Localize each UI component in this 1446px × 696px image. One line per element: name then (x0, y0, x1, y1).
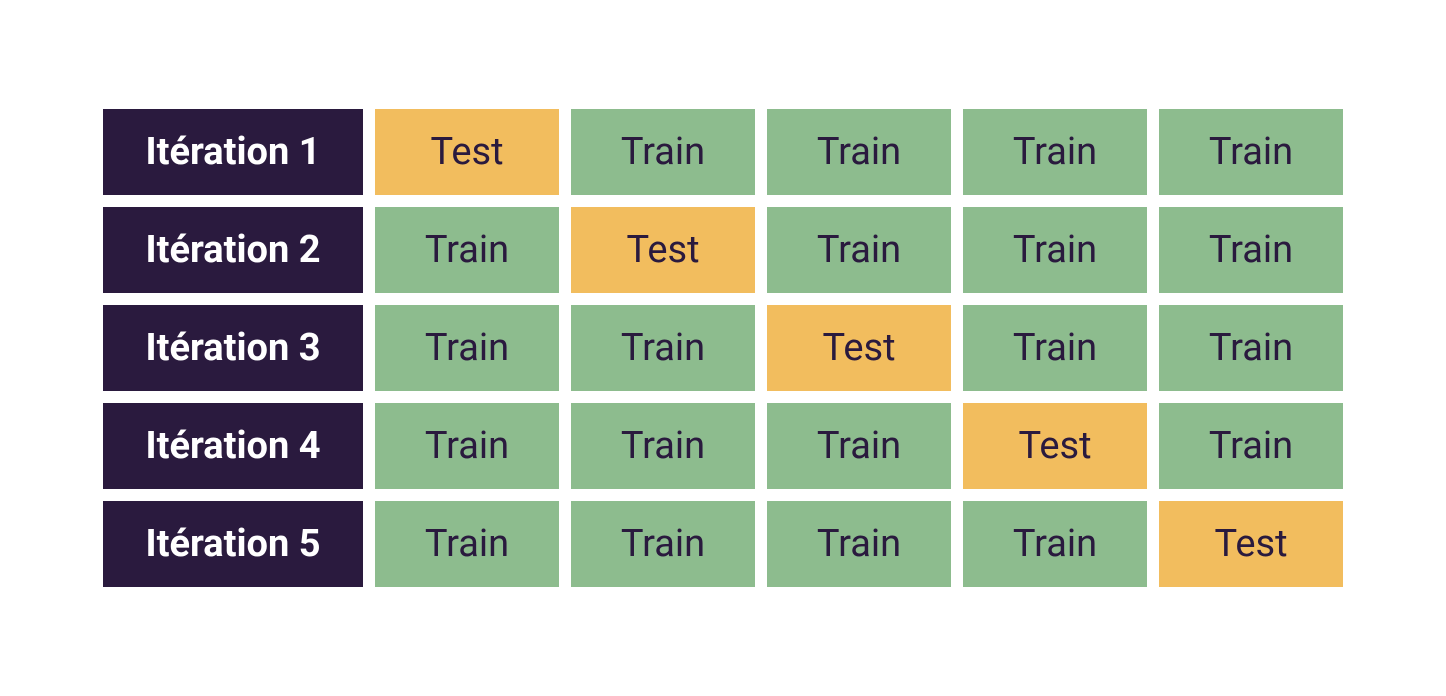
fold-cell: Train (571, 305, 755, 391)
fold-cell: Train (375, 501, 559, 587)
fold-cell: Test (767, 305, 951, 391)
fold-cell: Train (1159, 403, 1343, 489)
fold-cell: Test (1159, 501, 1343, 587)
fold-cell: Train (767, 501, 951, 587)
fold-cell: Train (571, 501, 755, 587)
fold-cell: Train (375, 403, 559, 489)
fold-cell: Test (375, 109, 559, 195)
fold-cell: Train (1159, 305, 1343, 391)
fold-cell: Train (767, 207, 951, 293)
fold-cell: Train (571, 403, 755, 489)
fold-cell: Train (963, 501, 1147, 587)
iteration-label: Itération 5 (103, 501, 363, 587)
iteration-label: Itération 1 (103, 109, 363, 195)
fold-cell: Train (375, 305, 559, 391)
fold-cell: Train (1159, 109, 1343, 195)
fold-cell: Train (963, 207, 1147, 293)
fold-cell: Test (571, 207, 755, 293)
iteration-label: Itération 2 (103, 207, 363, 293)
fold-cell: Train (767, 403, 951, 489)
fold-cell: Train (571, 109, 755, 195)
fold-cell: Train (767, 109, 951, 195)
iteration-label: Itération 3 (103, 305, 363, 391)
fold-cell: Train (375, 207, 559, 293)
fold-cell: Train (963, 305, 1147, 391)
fold-cell: Train (963, 109, 1147, 195)
cross-validation-grid: Itération 1 Test Train Train Train Train… (103, 109, 1343, 587)
iteration-label: Itération 4 (103, 403, 363, 489)
fold-cell: Train (1159, 207, 1343, 293)
fold-cell: Test (963, 403, 1147, 489)
